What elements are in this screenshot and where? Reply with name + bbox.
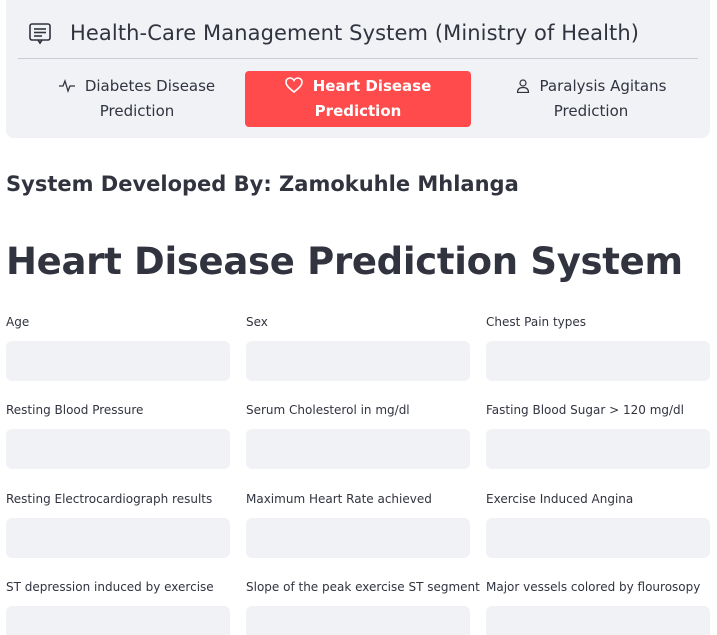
exercise-angina-input[interactable] [486, 518, 710, 558]
menu-title: Health-Care Management System (Ministry … [70, 21, 640, 45]
st-depression-label: ST depression induced by exercise [6, 580, 214, 594]
age-label: Age [6, 315, 30, 329]
nav-item-diabetes[interactable]: Diabetes Disease Prediction [24, 71, 250, 127]
age-input[interactable] [6, 341, 230, 381]
resting-bp-input[interactable] [6, 429, 230, 469]
resting-bp-label: Resting Blood Pressure [6, 403, 144, 417]
page-title: Heart Disease Prediction System [6, 240, 683, 283]
sex-label: Sex [246, 315, 268, 329]
resting-ecg-label: Resting Electrocardiograph results [6, 492, 213, 506]
person-icon [516, 77, 530, 100]
max-heart-rate-input[interactable] [246, 518, 470, 558]
developer-credit: System Developed By: Zamokuhle Mhlanga [6, 172, 519, 196]
nav-item-heart[interactable]: Heart Disease Prediction [245, 71, 471, 127]
sex-input[interactable] [246, 341, 470, 381]
nav-item-paralysis[interactable]: Paralysis Agitans Prediction [478, 71, 704, 127]
st-slope-input[interactable] [246, 606, 470, 635]
menu-divider [18, 58, 698, 59]
exercise-angina-label: Exercise Induced Angina [486, 492, 634, 506]
major-vessels-input[interactable] [486, 606, 710, 635]
list-card-icon [28, 21, 52, 45]
menu-header: Health-Care Management System (Ministry … [28, 16, 639, 50]
fasting-sugar-input[interactable] [486, 429, 710, 469]
max-heart-rate-label: Maximum Heart Rate achieved [246, 492, 432, 506]
chest-pain-input[interactable] [486, 341, 710, 381]
app-page: Health-Care Management System (Ministry … [0, 0, 717, 635]
option-menu: Health-Care Management System (Ministry … [6, 0, 710, 138]
st-depression-input[interactable] [6, 606, 230, 635]
fasting-sugar-label: Fasting Blood Sugar > 120 mg/dl [486, 403, 684, 417]
nav-item-label: Paralysis Agitans Prediction [539, 77, 667, 120]
nav-item-label: Diabetes Disease Prediction [84, 77, 216, 120]
st-slope-label: Slope of the peak exercise ST segment [246, 580, 480, 594]
activity-icon [58, 77, 75, 100]
chest-pain-label: Chest Pain types [486, 315, 587, 329]
heart-icon [284, 77, 303, 100]
cholesterol-label: Serum Cholesterol in mg/dl [246, 403, 410, 417]
nav-item-label: Heart Disease Prediction [312, 77, 432, 120]
resting-ecg-input[interactable] [6, 518, 230, 558]
cholesterol-input[interactable] [246, 429, 470, 469]
major-vessels-label: Major vessels colored by flourosopy [486, 580, 701, 594]
